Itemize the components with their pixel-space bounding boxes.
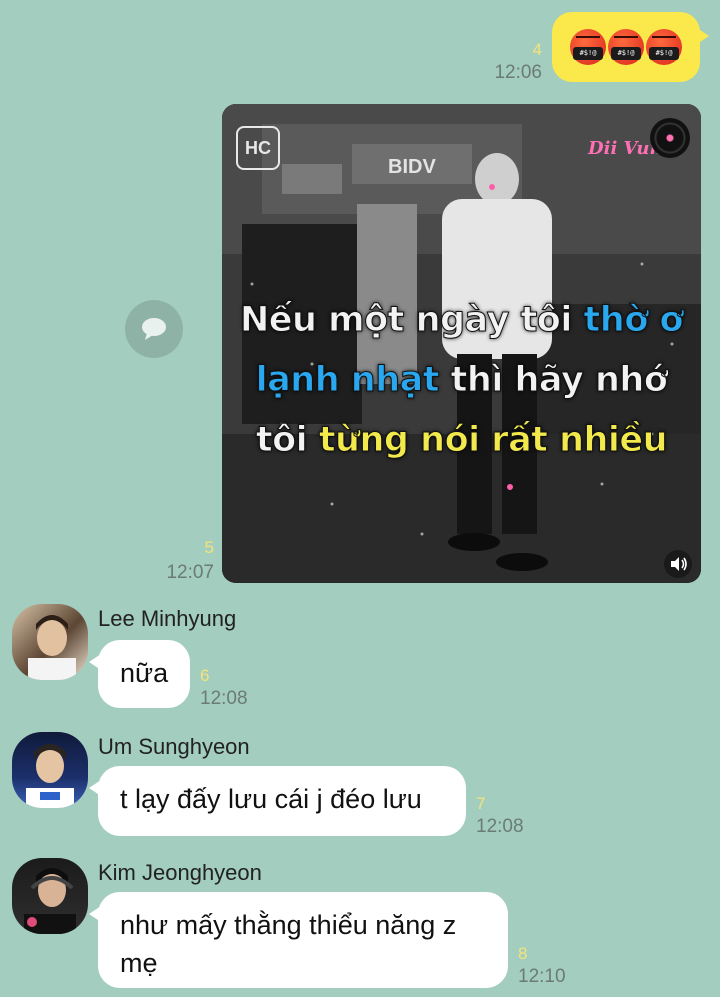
avatar[interactable] xyxy=(12,732,88,808)
message-time: 12:08 xyxy=(476,816,524,837)
lyric-line-1: Nếu một ngày tôi thờ ơ xyxy=(240,300,684,341)
unread-count: 7 xyxy=(476,794,486,813)
unread-count: 8 xyxy=(518,944,528,963)
channel-logo: HC xyxy=(236,126,280,170)
message-bubble[interactable]: t lạy đấy lưu cái j đéo lưu xyxy=(89,766,466,836)
unread-count: 6 xyxy=(200,666,210,685)
message-time: 12:06 xyxy=(494,62,542,83)
avatar[interactable] xyxy=(12,604,88,680)
avatar[interactable] xyxy=(12,858,88,934)
speech-bubble-icon xyxy=(142,318,166,340)
angry-face-icon: #$!@ xyxy=(570,29,606,65)
lyric-line-3: tôi từng nói rất nhiều xyxy=(255,420,668,461)
unread-count: 4 xyxy=(532,40,542,59)
volume-button[interactable] xyxy=(664,550,692,578)
message-time: 12:10 xyxy=(518,966,566,987)
speaker-icon xyxy=(671,557,687,571)
video-message[interactable]: HC BIDV Dii Vun Nếu một ngày tôi thờ ơ l… xyxy=(222,104,701,583)
unread-count: 5 xyxy=(204,538,214,557)
sender-name: Lee Minhyung xyxy=(98,606,237,631)
message-bubble[interactable]: nữa xyxy=(89,640,190,708)
angry-face-icon: #$!@ xyxy=(646,29,682,65)
bank-sign: BIDV xyxy=(388,156,436,178)
angry-face-icon: #$!@ xyxy=(608,29,644,65)
message-time: 12:07 xyxy=(166,562,214,583)
sender-name: Um Sunghyeon xyxy=(98,734,250,759)
video-frame xyxy=(222,104,701,583)
share-button[interactable] xyxy=(125,300,183,358)
sender-name: Kim Jeonghyeon xyxy=(98,860,262,885)
vinyl-disc-icon xyxy=(650,118,690,158)
message-time: 12:08 xyxy=(200,688,248,709)
lyric-line-2: lạnh nhạt thì hãy nhớ xyxy=(255,360,668,401)
emoji-message-bubble[interactable]: #$!@ #$!@ #$!@ xyxy=(552,12,709,82)
message-bubble[interactable]: như mấy thằng thiểu năng z mẹ xyxy=(89,892,508,988)
